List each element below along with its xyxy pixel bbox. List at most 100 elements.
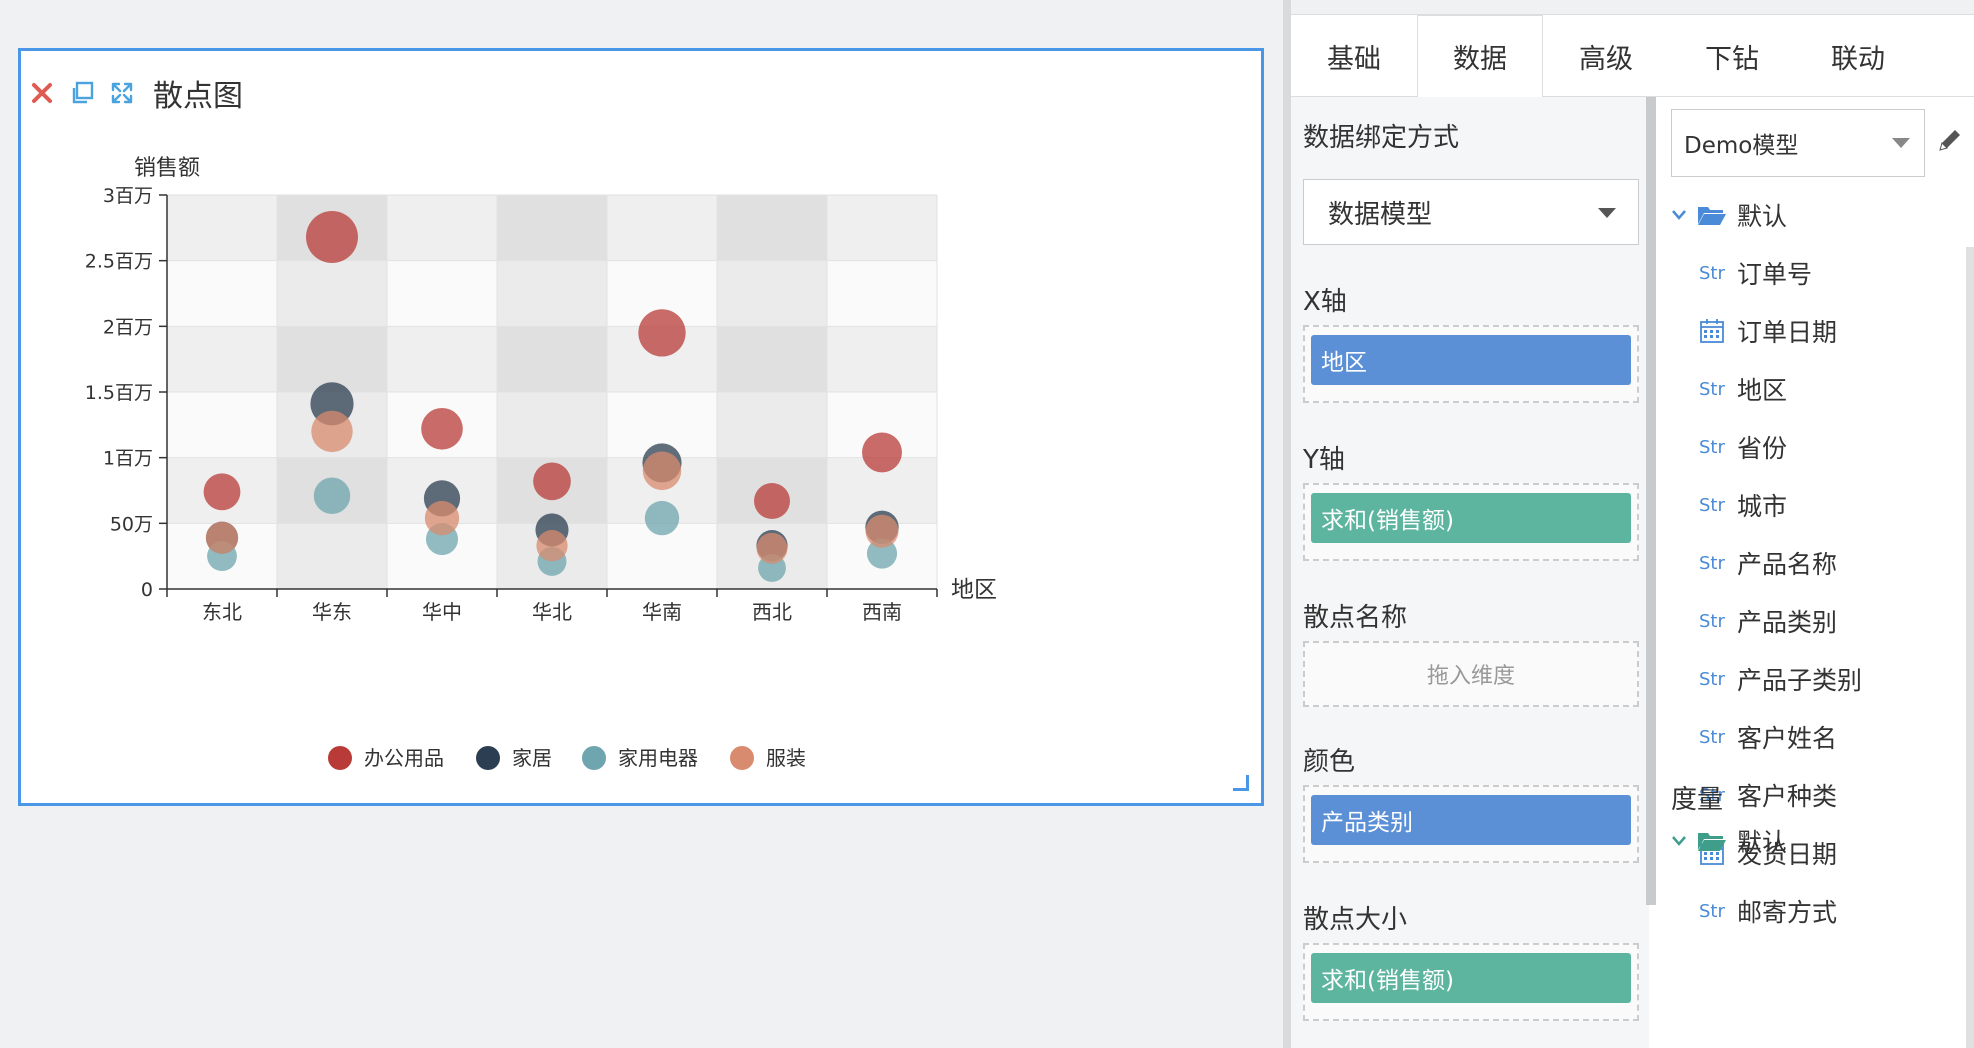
y-tick-label: 1百万 (103, 448, 153, 470)
model-select[interactable]: Demo模型 (1671, 109, 1925, 177)
resize-handle[interactable] (1233, 775, 1249, 791)
dimension-item[interactable]: Str 城市 (1699, 487, 1787, 523)
dimension-item[interactable]: Str 产品类别 (1699, 603, 1837, 639)
string-type-icon: Str (1699, 436, 1725, 458)
scatter-point[interactable] (533, 462, 571, 501)
color-dropzone[interactable]: 产品类别 (1303, 785, 1639, 863)
legend-marker[interactable] (476, 746, 500, 770)
string-type-icon: Str (1699, 552, 1725, 574)
chevron-down-icon (1598, 208, 1616, 218)
x-tick-label: 西南 (862, 600, 902, 624)
tab-advanced[interactable]: 高级 (1543, 15, 1669, 97)
scatter-point[interactable] (642, 451, 682, 491)
string-type-icon: Str (1699, 494, 1725, 516)
string-type-icon: Str (1699, 262, 1725, 284)
scatter-name-dropzone[interactable]: 拖入维度 (1303, 641, 1639, 707)
expand-icon[interactable] (109, 80, 135, 106)
dimension-item[interactable]: Str 客户姓名 (1699, 719, 1837, 755)
legend-marker[interactable] (328, 746, 352, 770)
dimension-item[interactable]: Str 产品子类别 (1699, 661, 1862, 697)
config-scrollbar[interactable] (1646, 97, 1656, 905)
dimension-item[interactable]: Str 邮寄方式 (1699, 893, 1837, 929)
scatter-point[interactable] (536, 530, 568, 562)
dimension-item[interactable]: Str 省份 (1699, 429, 1787, 465)
string-type-icon: Str (1699, 726, 1725, 748)
x-tick-label: 华中 (422, 600, 462, 624)
legend-label[interactable]: 家用电器 (618, 746, 698, 770)
measure-section-label: 度量 (1671, 785, 1724, 815)
binding-mode-select[interactable]: 数据模型 (1303, 179, 1639, 245)
dimension-item[interactable]: 订单日期 (1699, 313, 1837, 349)
measure-folder-label: 默认 (1737, 828, 1788, 857)
scatter-point[interactable] (756, 532, 788, 564)
scatter-size-label: 散点大小 (1303, 905, 1408, 935)
y-tick-label: 2.5百万 (85, 251, 153, 273)
measure-folder[interactable]: 默认 (1671, 823, 1787, 859)
string-type-icon: Str (1699, 668, 1725, 690)
chevron-down-icon (1892, 138, 1910, 148)
scatter-point[interactable] (311, 410, 353, 453)
scatter-point[interactable] (306, 211, 358, 264)
scatter-point[interactable] (421, 407, 463, 450)
scatter-point[interactable] (862, 432, 902, 473)
legend-label[interactable]: 办公用品 (364, 746, 444, 770)
copy-icon[interactable] (69, 80, 95, 106)
y-tick-label: 3百万 (103, 185, 153, 207)
dimension-item-label: 客户姓名 (1737, 724, 1838, 753)
card-header: 散点图 (29, 73, 243, 114)
tab-data[interactable]: 数据 (1417, 15, 1543, 98)
legend-marker[interactable] (582, 746, 606, 770)
dimension-item[interactable]: Str 地区 (1699, 371, 1787, 407)
field-list: Demo模型 默认 Str 订单号 订单日期 Str 地区 Str 省份 Str 城市 Str 产品… (1659, 97, 1974, 1048)
scatter-size-field-pill[interactable]: 求和(销售额) (1311, 953, 1631, 1003)
binding-mode-label: 数据绑定方式 (1303, 123, 1460, 153)
binding-mode-value: 数据模型 (1328, 199, 1433, 230)
color-label: 颜色 (1303, 747, 1356, 777)
x-tick-label: 西北 (752, 600, 792, 624)
string-type-icon: Str (1699, 610, 1725, 632)
dimension-item-label: 订单日期 (1737, 318, 1838, 347)
scatter-point[interactable] (203, 473, 241, 511)
scatter-size-dropzone[interactable]: 求和(销售额) (1303, 943, 1639, 1021)
dimension-folder[interactable]: 默认 (1671, 197, 1787, 233)
dimension-item-label: 产品名称 (1737, 550, 1838, 579)
dimension-item-label: 邮寄方式 (1737, 898, 1838, 927)
dimension-item[interactable]: Str 订单号 (1699, 255, 1812, 291)
scatter-point[interactable] (205, 521, 239, 554)
dimension-item-label: 地区 (1737, 376, 1788, 405)
scatter-point[interactable] (644, 500, 680, 536)
pencil-icon[interactable] (1935, 125, 1965, 155)
scatter-point[interactable] (754, 483, 790, 520)
tab-drilldown[interactable]: 下钻 (1669, 15, 1795, 97)
field-scrollbar[interactable] (1966, 247, 1974, 1048)
binding-config: 数据绑定方式 数据模型 X轴 地区 Y轴 求和(销售额) 散点名称 拖入维度 颜… (1291, 97, 1649, 1048)
scatter-point[interactable] (865, 514, 899, 548)
model-select-value: Demo模型 (1684, 133, 1799, 159)
y-axis-label: Y轴 (1303, 445, 1345, 475)
calendar-icon (1699, 318, 1727, 344)
scatter-point[interactable] (638, 309, 686, 357)
folder-open-icon (1698, 207, 1726, 225)
x-tick-label: 东北 (202, 600, 242, 624)
scatter-name-label: 散点名称 (1303, 603, 1408, 633)
x-axis-dropzone[interactable]: 地区 (1303, 325, 1639, 403)
legend-label[interactable]: 服装 (766, 746, 806, 770)
x-axis-label: X轴 (1303, 287, 1347, 317)
close-icon[interactable] (29, 80, 55, 106)
dimension-item-label: 订单号 (1737, 260, 1813, 289)
y-axis-field-pill[interactable]: 求和(销售额) (1311, 493, 1631, 543)
scatter-point[interactable] (424, 500, 460, 536)
dimension-item[interactable]: Str 产品名称 (1699, 545, 1837, 581)
color-field-pill[interactable]: 产品类别 (1311, 795, 1631, 845)
legend-marker[interactable] (730, 746, 754, 770)
folder-open-icon (1698, 833, 1726, 851)
legend-label[interactable]: 家居 (512, 746, 552, 770)
y-axis-dropzone[interactable]: 求和(销售额) (1303, 483, 1639, 561)
scatter-point[interactable] (313, 477, 351, 514)
panel-divider[interactable] (1283, 0, 1291, 1048)
x-axis-field-pill[interactable]: 地区 (1311, 335, 1631, 385)
tab-linkage[interactable]: 联动 (1795, 15, 1921, 97)
tab-basic[interactable]: 基础 (1291, 15, 1417, 97)
chart-title: 散点图 (153, 79, 243, 114)
dimension-item-label: 产品子类别 (1737, 666, 1863, 695)
